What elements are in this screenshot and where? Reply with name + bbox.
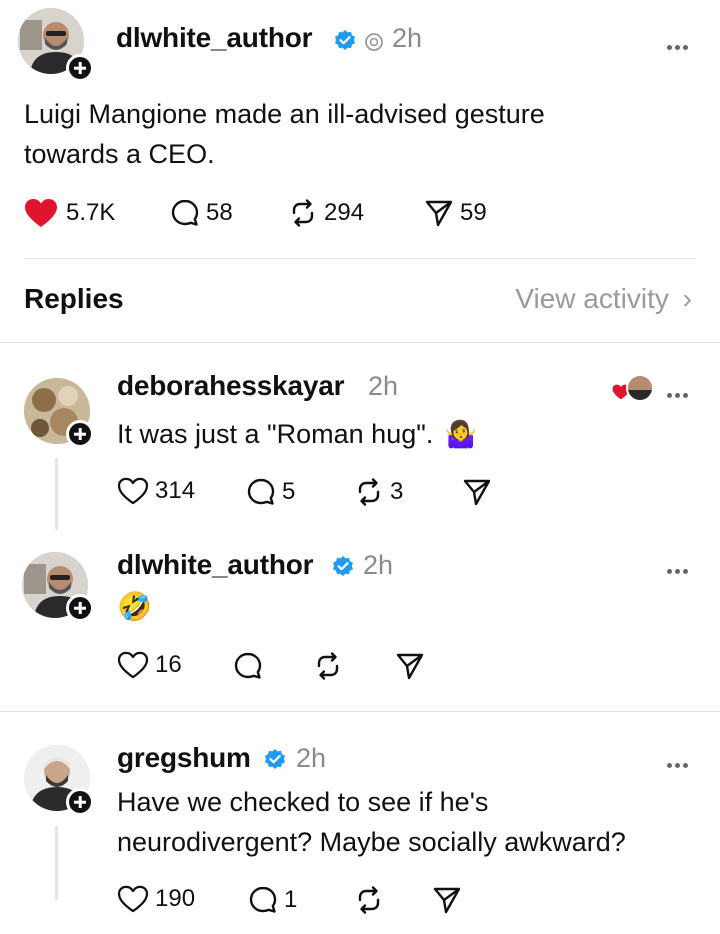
reply-text: Have we checked to see if he's neurodive…	[117, 782, 626, 862]
repost-icon	[292, 199, 314, 227]
comment-button[interactable]: 58	[170, 198, 233, 228]
verified-badge-icon	[265, 749, 285, 769]
post-text-line: towards a CEO.	[24, 139, 215, 169]
verified-badge-icon	[335, 30, 355, 50]
repost-icon	[317, 652, 339, 680]
like-count: 16	[155, 651, 182, 678]
like-button[interactable]: 314	[117, 477, 195, 505]
reply-text-line: Have we checked to see if he's	[117, 787, 489, 817]
reply-time: 2h	[363, 550, 394, 580]
repost-icon	[358, 478, 380, 506]
author-mini-avatar	[626, 374, 654, 402]
like-button[interactable]: 5.7K	[24, 198, 115, 228]
threads-link-icon	[365, 33, 383, 51]
view-activity-label: View activity	[515, 283, 669, 314]
divider	[0, 711, 720, 712]
comment-button[interactable]	[233, 651, 263, 681]
comment-button[interactable]: 5	[246, 477, 295, 507]
repost-button[interactable]: 3	[354, 477, 403, 507]
author-liked-badge	[612, 372, 654, 406]
like-button[interactable]: 16	[117, 651, 182, 679]
chevron-right-icon: ›	[682, 283, 692, 314]
post-text: Luigi Mangione made an ill-advised gestu…	[24, 94, 545, 174]
like-count: 190	[155, 885, 196, 912]
like-button[interactable]: 190	[117, 885, 195, 913]
heart-outline-icon	[117, 477, 149, 505]
rofl-emoji-icon: 🤣	[117, 591, 152, 622]
follow-plus-icon[interactable]	[66, 54, 94, 82]
post-text-line: Luigi Mangione made an ill-advised gestu…	[24, 99, 545, 129]
repost-count: 3	[390, 478, 404, 505]
heart-filled-icon	[25, 199, 57, 227]
comment-icon	[234, 652, 262, 679]
share-count: 59	[460, 199, 487, 226]
reply-time: 2h	[368, 371, 399, 401]
comment-count: 5	[282, 478, 296, 505]
like-count: 5.7K	[66, 199, 116, 226]
more-options-icon[interactable]	[667, 38, 691, 50]
send-icon	[433, 887, 461, 914]
repost-button[interactable]	[313, 651, 343, 681]
repost-button[interactable]: 294	[288, 198, 364, 228]
reply-username[interactable]: dlwhite_author	[117, 549, 314, 581]
repost-button[interactable]	[354, 885, 384, 915]
share-button[interactable]	[395, 651, 425, 681]
thread-line	[55, 826, 58, 900]
comment-icon	[249, 886, 277, 913]
thread-line	[55, 458, 58, 530]
reply-username[interactable]: gregshum	[117, 742, 251, 774]
comment-count: 58	[206, 199, 233, 226]
heart-outline-icon	[117, 651, 149, 679]
reply-text-line: neurodivergent? Maybe socially awkward?	[117, 827, 626, 857]
divider	[0, 342, 720, 343]
replies-heading: Replies	[24, 283, 124, 314]
share-button[interactable]	[432, 885, 462, 915]
share-button[interactable]	[462, 477, 492, 507]
more-options-icon[interactable]	[667, 386, 691, 398]
verified-badge-icon	[333, 556, 353, 576]
repost-icon	[358, 886, 380, 914]
heart-outline-icon	[117, 885, 149, 913]
repost-count: 294	[324, 199, 365, 226]
post-time: 2h	[392, 23, 423, 53]
comment-icon	[171, 199, 199, 226]
comment-button[interactable]: 1	[248, 885, 297, 915]
shrug-emoji-icon: 🤷‍♀️	[444, 419, 478, 449]
send-icon	[425, 200, 453, 227]
share-button[interactable]: 59	[424, 198, 487, 228]
view-activity-link[interactable]: View activity ›	[515, 283, 692, 315]
send-icon	[463, 479, 491, 506]
follow-plus-icon[interactable]	[66, 594, 94, 622]
comment-icon	[247, 478, 275, 505]
post-username[interactable]: dlwhite_author	[116, 22, 313, 54]
reply-time: 2h	[296, 743, 327, 773]
like-count: 314	[155, 477, 196, 504]
reply-username[interactable]: deborahesskayar	[117, 370, 345, 402]
more-options-icon[interactable]	[667, 756, 691, 768]
follow-plus-icon[interactable]	[66, 420, 94, 448]
divider	[24, 258, 696, 259]
comment-count: 1	[284, 886, 298, 913]
send-icon	[396, 653, 424, 680]
reply-text: It was just a "Roman hug". 🤷‍♀️	[117, 414, 477, 454]
follow-plus-icon[interactable]	[66, 788, 94, 816]
more-options-icon[interactable]	[667, 562, 691, 574]
reply-text-content: It was just a "Roman hug".	[117, 419, 434, 449]
